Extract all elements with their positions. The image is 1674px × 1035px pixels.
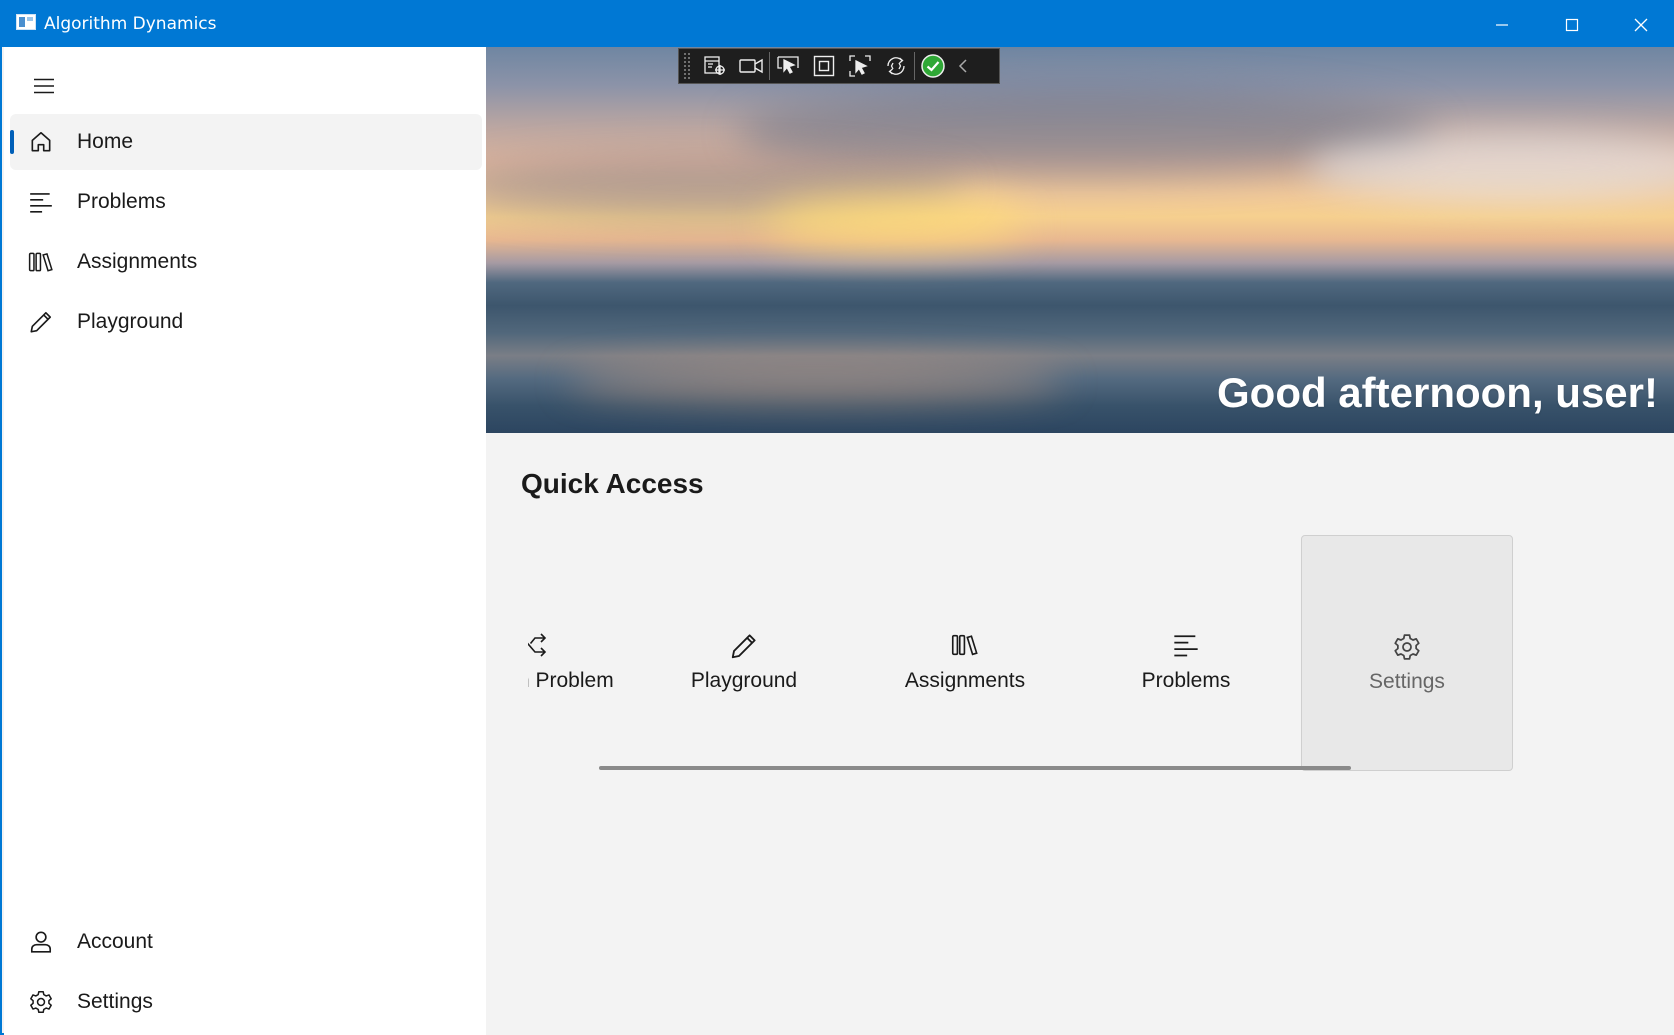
maximize-button[interactable] xyxy=(1537,2,1607,47)
collapse-chevron-icon xyxy=(958,59,967,73)
quick-access-problems[interactable]: Problems xyxy=(1080,535,1292,771)
horizontal-scrollbar[interactable] xyxy=(599,766,1351,770)
binding-ok-icon xyxy=(921,54,945,78)
toolbar-grip[interactable] xyxy=(683,52,691,80)
close-button[interactable] xyxy=(1606,2,1674,47)
books-icon xyxy=(27,248,55,276)
home-icon xyxy=(27,128,55,156)
record-icon xyxy=(739,58,763,74)
hero-water-glow xyxy=(566,362,1066,402)
debug-toolbar xyxy=(678,48,1000,84)
shuffle-icon xyxy=(528,631,638,659)
minimize-button[interactable] xyxy=(1467,2,1537,47)
menu-toggle-button[interactable] xyxy=(22,64,66,108)
nav-label-playground: Playground xyxy=(77,310,184,333)
nav-label-account: Account xyxy=(77,930,153,953)
home-page: Good afternoon, user! Quick Access Rando… xyxy=(486,47,1674,1035)
quick-access-settings[interactable]: Settings xyxy=(1301,535,1513,771)
select-element-button[interactable] xyxy=(770,50,806,82)
hot-reload-button[interactable] xyxy=(878,50,914,82)
display-layout-adorners-button[interactable] xyxy=(806,50,842,82)
list-icon xyxy=(27,188,55,216)
list-icon xyxy=(1080,631,1292,659)
nav-item-problems[interactable]: Problems xyxy=(10,174,482,230)
live-visual-tree-button[interactable] xyxy=(697,50,733,82)
binding-status-button[interactable] xyxy=(915,50,951,82)
collapse-toolbar-button[interactable] xyxy=(951,50,975,82)
books-icon xyxy=(859,631,1071,659)
nav-item-account[interactable]: Account xyxy=(10,914,482,970)
select-element-icon xyxy=(777,56,799,74)
quick-access-label: Random Problem xyxy=(528,669,614,692)
quick-access-label: Settings xyxy=(1369,670,1445,693)
quick-access-assignments[interactable]: Assignments xyxy=(859,535,1071,771)
pencil-icon xyxy=(638,631,850,659)
quick-access-title: Quick Access xyxy=(521,468,704,499)
greeting-text: Good afternoon, user! xyxy=(1217,369,1658,416)
track-focus-icon xyxy=(849,55,871,77)
close-icon xyxy=(1634,18,1648,31)
minimize-icon xyxy=(1496,23,1508,26)
quick-access-label: Problems xyxy=(1141,669,1231,692)
hamburger-icon xyxy=(34,78,54,94)
nav-label-problems: Problems xyxy=(77,190,166,213)
gear-icon xyxy=(27,988,55,1016)
quick-access-scroller[interactable]: Random Problem Playground Assignments Pr… xyxy=(528,517,1608,797)
person-icon xyxy=(27,928,55,956)
nav-item-settings[interactable]: Settings xyxy=(10,974,482,1030)
title-bar[interactable]: Algorithm Dynamics xyxy=(2,2,1674,47)
quick-access-random-problem[interactable]: Random Problem xyxy=(528,535,638,771)
nav-item-playground[interactable]: Playground xyxy=(10,294,482,350)
hero-cloud xyxy=(1306,132,1674,202)
display-layout-adorners-icon xyxy=(813,55,835,77)
hero-banner: Good afternoon, user! xyxy=(486,47,1674,433)
navigation-pane: Home Problems Assignments Playground Acc xyxy=(4,47,486,1035)
app-window: Algorithm Dynamics Home Problems Assignm… xyxy=(0,0,1674,1035)
selection-indicator xyxy=(10,130,14,154)
maximize-icon xyxy=(1565,18,1579,31)
live-visual-tree-icon xyxy=(704,56,725,75)
pencil-icon xyxy=(27,308,55,336)
track-focus-button[interactable] xyxy=(842,50,878,82)
quick-access-playground[interactable]: Playground xyxy=(638,535,850,771)
quick-access-label: Playground xyxy=(690,669,798,692)
hot-reload-icon xyxy=(887,57,905,75)
hero-sun-glow xyxy=(766,197,1026,247)
window-title: Algorithm Dynamics xyxy=(44,14,217,34)
gear-icon xyxy=(1302,632,1512,660)
app-icon xyxy=(16,14,36,30)
nav-label-home: Home xyxy=(77,130,134,153)
nav-label-settings: Settings xyxy=(77,990,153,1013)
record-button[interactable] xyxy=(733,50,769,82)
quick-access-label: Assignments xyxy=(904,669,1026,692)
nav-item-assignments[interactable]: Assignments xyxy=(10,234,482,290)
nav-label-assignments: Assignments xyxy=(77,250,198,273)
nav-item-home[interactable]: Home xyxy=(10,114,482,170)
